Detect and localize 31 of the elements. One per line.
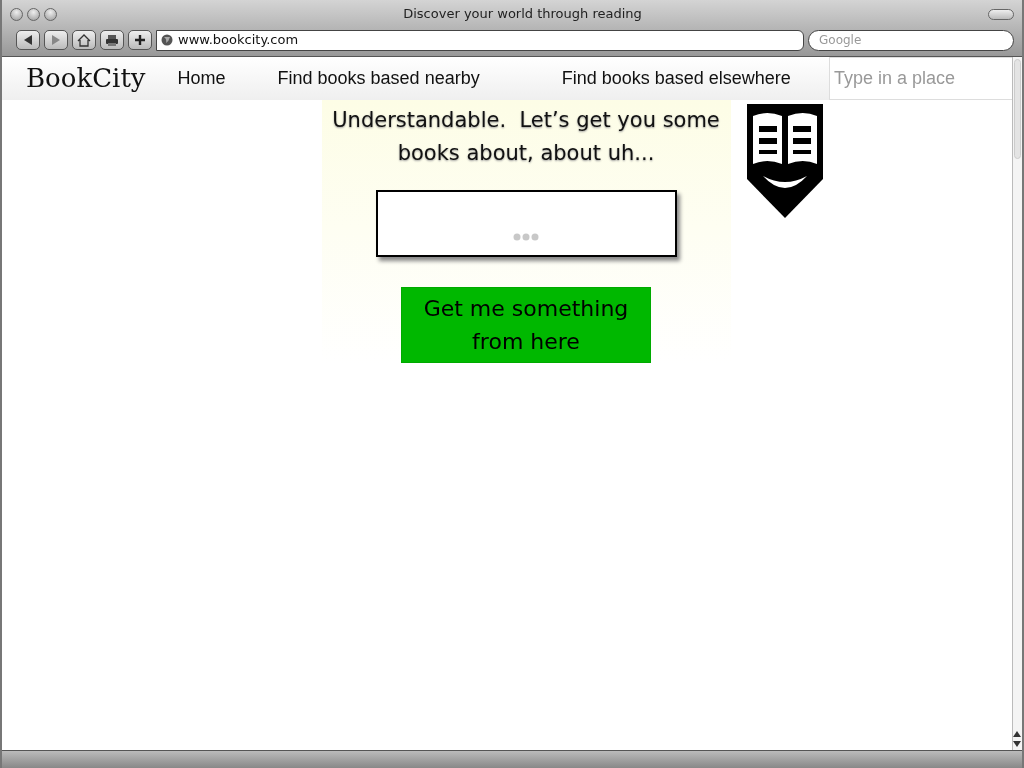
forward-button[interactable] <box>44 30 68 50</box>
place-field[interactable]: Type in a place <box>829 57 1012 100</box>
book-mask-logo-icon <box>746 104 823 218</box>
home-button[interactable] <box>72 30 96 50</box>
back-icon <box>23 35 33 45</box>
scroll-thumb[interactable] <box>1014 59 1021 159</box>
nav-link[interactable]: Home <box>177 65 226 92</box>
address-bar[interactable]: www.bookcity.com <box>156 29 804 51</box>
close-button[interactable] <box>10 7 23 21</box>
get-books-button[interactable]: Get me something from here <box>401 287 651 363</box>
zoom-button[interactable] <box>44 7 57 21</box>
scroll-up-icon[interactable] <box>1013 730 1021 738</box>
window-title: Discover your world through reading <box>402 5 643 24</box>
home-icon <box>77 33 91 47</box>
toolbar-toggle-button[interactable] <box>988 8 1014 20</box>
scroll-down-icon[interactable] <box>1013 740 1021 748</box>
search-field[interactable]: Google <box>808 29 1014 51</box>
brand-logo[interactable]: BookCity <box>26 59 146 98</box>
prompt-text: Understandable. Let’s get you some books about, about uh... <box>331 107 721 167</box>
add-bookmark-button[interactable] <box>128 30 152 50</box>
forward-icon <box>51 35 61 45</box>
topic-field[interactable] <box>375 190 677 257</box>
scrollbar[interactable] <box>1012 57 1022 750</box>
minimize-button[interactable] <box>27 7 40 21</box>
nav-link[interactable]: Find books based nearby <box>277 65 480 92</box>
typing-dots-icon <box>513 233 539 241</box>
nav-link[interactable]: Find books based elsewhere <box>561 65 791 92</box>
printer-icon <box>105 33 119 47</box>
print-button[interactable] <box>100 30 124 50</box>
plus-icon <box>134 34 146 46</box>
back-button[interactable] <box>16 30 40 50</box>
